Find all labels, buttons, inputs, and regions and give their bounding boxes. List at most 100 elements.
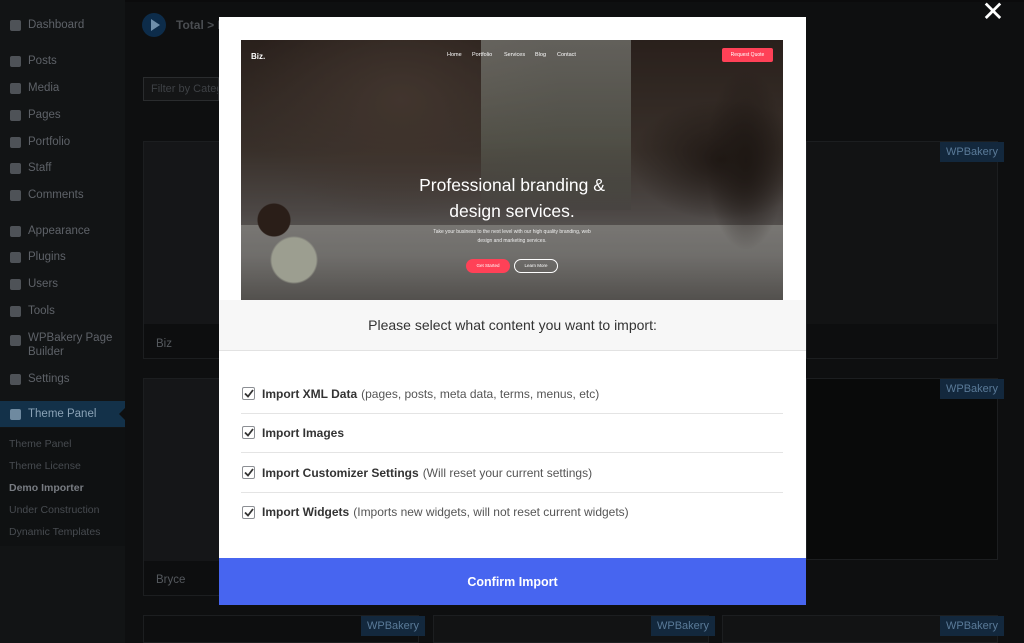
preview-brand: Biz. [251,52,266,61]
menu-label: Posts [28,55,57,67]
submenu-theme-panel[interactable]: Theme Panel [9,438,71,450]
staff-icon [8,161,22,175]
option-label: Import Images [262,425,345,440]
option-description: (Imports new widgets, will not reset cur… [353,505,629,519]
menu-appearance[interactable]: Appearance [0,220,125,242]
preview-subtext: Take your business to the next level wit… [433,229,591,244]
wpbakery-badge: WPBakery [940,616,1004,636]
submenu-theme-license[interactable]: Theme License [9,460,81,472]
users-icon [8,277,22,291]
checkmark-icon [243,507,254,517]
preview-nav-item: Contact [557,52,576,58]
menu-label: Plugins [28,251,66,263]
checkmark-icon [243,428,254,437]
demo-name: Bryce [156,574,186,586]
comments-icon [8,188,22,202]
preview-headline-line: design services. [449,201,575,221]
preview-nav: Biz. Home Portfolio Services Blog Contac… [241,40,783,70]
settings-icon [8,372,22,386]
portfolio-icon [8,135,22,149]
menu-theme-panel[interactable]: Theme Panel [0,401,125,427]
pin-icon [8,54,22,68]
media-icon [8,81,22,95]
total-logo-icon [142,13,166,37]
menu-label: Pages [28,109,61,121]
admin-bar [125,0,1024,2]
option-import-widgets[interactable]: Import Widgets (Imports new widgets, wil… [241,492,783,532]
admin-sidebar: Dashboard Posts Media Pages Portfolio St… [0,0,125,643]
submenu-dynamic-templates[interactable]: Dynamic Templates [9,526,100,538]
preview-nav-item: Home [447,52,462,58]
menu-settings[interactable]: Settings [0,368,125,390]
preview-nav-item: Services [504,52,526,58]
menu-staff[interactable]: Staff [0,157,125,179]
wpbakery-badge: WPBakery [940,379,1004,399]
menu-label: Staff [28,162,52,174]
menu-label: Media [28,82,60,94]
submenu-demo-importer[interactable]: Demo Importer [9,482,84,494]
demo-thumbnail [144,379,219,561]
menu-label: WPBakery Page Builder [28,332,113,358]
checkbox-xml[interactable] [242,387,255,400]
demo-preview-image: Biz. Home Portfolio Services Blog Contac… [241,40,783,317]
option-description: (Will reset your current settings) [422,465,593,480]
menu-label: Tools [28,305,55,317]
preview-learn-more-button: Learn More [514,259,558,273]
menu-comments[interactable]: Comments [0,184,125,206]
preview-nav-item: Portfolio [472,52,493,58]
wpbakery-badge: WPBakery [651,616,715,636]
tools-icon [8,304,22,318]
checkbox-widgets[interactable] [242,505,255,519]
demo-card-biz[interactable]: Biz [143,141,220,359]
menu-portfolio[interactable]: Portfolio [0,131,125,153]
checkmark-icon [243,389,254,398]
menu-tools[interactable]: Tools [0,300,125,322]
wpbakery-badge: WPBakery [361,616,425,636]
demo-thumbnail [807,142,997,324]
option-import-xml[interactable]: Import XML Data (pages, posts, meta data… [241,374,783,414]
menu-users[interactable]: Users [0,273,125,295]
wpbakery-icon [8,333,22,347]
plugin-icon [8,250,22,264]
menu-label: Portfolio [28,136,71,148]
menu-plugins[interactable]: Plugins [0,246,125,268]
demo-card[interactable] [806,141,998,359]
menu-label: Appearance [28,225,91,237]
preview-get-started-button: Get Started [466,259,510,273]
submenu-under-construction[interactable]: Under Construction [9,504,99,516]
checkbox-images[interactable] [242,426,255,439]
demo-name: Biz [156,338,172,350]
dashboard-icon [8,18,22,32]
demo-card-bryce[interactable]: Bryce [143,378,220,596]
preview-quote-button: Request Quote [722,48,773,62]
option-label: Import Widgets [262,505,350,519]
menu-media[interactable]: Media [0,77,125,99]
wpbakery-badge: WPBakery [940,142,1004,162]
import-modal: Biz. Home Portfolio Services Blog Contac… [219,17,806,605]
menu-label: Comments [28,189,84,201]
pages-icon [8,108,22,122]
menu-pages[interactable]: Pages [0,104,125,126]
menu-label: Users [28,278,59,290]
option-description: (pages, posts, meta data, terms, menus, … [361,386,600,401]
menu-posts[interactable]: Posts [0,50,125,72]
option-import-images[interactable]: Import Images [241,413,783,453]
option-label: Import XML Data [262,386,358,401]
theme-panel-icon [8,407,22,421]
menu-dashboard[interactable]: Dashboard [0,14,125,36]
close-icon: ✕ [981,0,1005,27]
option-label: Import Customizer Settings [262,465,419,480]
confirm-import-button[interactable]: Confirm Import [219,558,806,605]
preview-headline: Professional branding & design services. [241,172,783,224]
checkmark-icon [243,468,254,477]
menu-label: Dashboard [28,19,85,31]
menu-label: Theme Panel [28,408,97,420]
close-modal-button[interactable]: ✕ [981,0,1004,27]
demo-card[interactable] [806,378,998,560]
checkbox-customizer[interactable] [242,466,255,479]
preview-nav-item: Blog [535,52,547,58]
preview-headline-line: Professional branding & [419,175,605,195]
option-import-customizer[interactable]: Import Customizer Settings (Will reset y… [241,453,783,493]
category-filter-select[interactable]: Filter by Categ [143,77,219,101]
menu-wpbakery[interactable]: WPBakery Page Builder [0,331,125,365]
